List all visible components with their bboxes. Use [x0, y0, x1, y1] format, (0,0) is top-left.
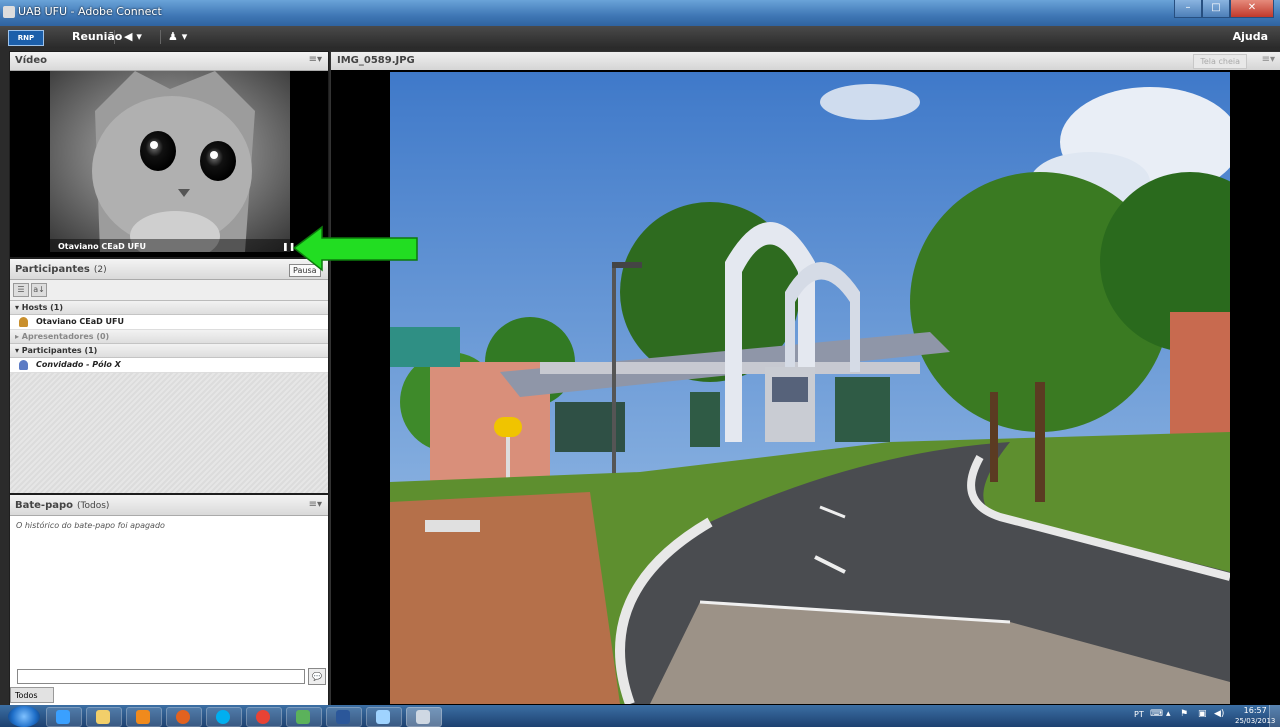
- participants-pod: Participantes (2) ☰ a↓ ▾ Hosts (1) Otavia…: [9, 258, 329, 494]
- shared-file-title: IMG_0589.JPG: [337, 55, 415, 66]
- taskbar-media[interactable]: [126, 707, 162, 727]
- show-desktop-button[interactable]: [1269, 705, 1280, 727]
- taskbar-firefox[interactable]: [166, 707, 202, 727]
- chat-tab-everyone[interactable]: Todos: [10, 687, 54, 703]
- volume-icon[interactable]: ◀): [1214, 709, 1224, 719]
- keyboard-icon[interactable]: ⌨: [1150, 709, 1163, 719]
- participant-name: Convidado - Pólo X: [36, 360, 121, 369]
- taskbar-ie[interactable]: [46, 707, 82, 727]
- chat-pod-header: Bate-papo (Todos) ≡▾: [10, 495, 328, 516]
- maximize-icon[interactable]: □: [1202, 0, 1230, 18]
- participants-pod-header: Participantes (2): [10, 259, 328, 280]
- help-menu[interactable]: Ajuda: [1233, 30, 1268, 43]
- guest-user-icon: [19, 360, 28, 370]
- video-pod-title: Vídeo: [15, 55, 47, 66]
- annotation-arrow-icon: [292, 225, 418, 272]
- participants-pod-title: Participantes (2): [15, 264, 107, 275]
- chat-send-button[interactable]: 💬: [308, 668, 326, 685]
- taskbar-skype[interactable]: [206, 707, 242, 727]
- chat-pod-title: Bate-papo (Todos): [15, 500, 109, 511]
- word-icon: [336, 710, 350, 724]
- group-hosts[interactable]: ▾ Hosts (1): [10, 301, 328, 315]
- taskbar-word[interactable]: [326, 707, 362, 727]
- participants-title-text: Participantes: [15, 264, 90, 275]
- window-title: UAB UFU - Adobe Connect: [18, 5, 162, 18]
- chat-history-message: O histórico do bate-papo foi apagado: [16, 521, 165, 530]
- app-menu-bar: RNP Reunião ◀ ▾ ♟ ▾ Ajuda: [0, 26, 1280, 48]
- browser-icon: [56, 710, 70, 724]
- network-tray-icon[interactable]: ▣: [1198, 709, 1207, 719]
- participants-count: (2): [93, 265, 107, 275]
- participants-toolbar: ☰ a↓: [10, 280, 328, 301]
- pod-options-icon[interactable]: ≡▾: [309, 499, 322, 510]
- speech-bubble-icon: 💬: [312, 672, 322, 681]
- taskbar-explorer[interactable]: [86, 707, 122, 727]
- window-controls: – □ ✕: [1174, 0, 1274, 18]
- speaker-icon: ◀: [124, 30, 133, 43]
- paint-icon: [376, 710, 390, 724]
- rnp-logo: RNP: [8, 30, 44, 46]
- chat-scope: (Todos): [77, 501, 110, 511]
- host-user-icon: [19, 317, 28, 327]
- participant-row[interactable]: Convidado - Pólo X: [10, 358, 328, 373]
- menu-separator: [114, 30, 115, 44]
- webcam-video: [50, 71, 290, 252]
- taskbar-paint[interactable]: [366, 707, 402, 727]
- tray-language[interactable]: PT: [1134, 710, 1144, 719]
- media-player-icon: [136, 710, 150, 724]
- chat-title-text: Bate-papo: [15, 500, 74, 511]
- sort-icon[interactable]: a↓: [31, 283, 47, 297]
- share-pod-header: IMG_0589.JPG Tela cheia ≡▾: [331, 52, 1280, 70]
- video-pod: Vídeo ≡▾ Otaviano CEaD UFU ❚❚: [9, 51, 329, 258]
- menu-separator: [160, 30, 161, 44]
- video-pod-header: Vídeo ≡▾: [10, 52, 328, 71]
- chevron-down-icon: ▾: [181, 30, 188, 43]
- group-participants[interactable]: ▾ Participantes (1): [10, 344, 328, 358]
- fullscreen-button[interactable]: Tela cheia: [1193, 54, 1247, 69]
- chat-pod: Bate-papo (Todos) ≡▾ O histórico do bate-…: [9, 494, 329, 706]
- taskbar-adobe-connect[interactable]: [406, 707, 442, 727]
- folder-icon: [96, 710, 110, 724]
- pause-icon[interactable]: ❚❚: [282, 243, 295, 251]
- skype-icon: [216, 710, 230, 724]
- chrome-icon: [256, 710, 270, 724]
- camera-voice-button[interactable]: ♟ ▾: [168, 29, 204, 45]
- shared-photo: [390, 72, 1230, 704]
- clock-time: 16:57: [1243, 706, 1267, 715]
- share-pod: IMG_0589.JPG Tela cheia ≡▾: [330, 51, 1280, 706]
- start-button[interactable]: [8, 706, 40, 727]
- speaker-button[interactable]: ◀ ▾: [124, 29, 160, 45]
- pod-options-icon[interactable]: ≡▾: [309, 54, 322, 65]
- adobe-connect-icon: [416, 710, 430, 724]
- taskbar-network[interactable]: [286, 707, 322, 727]
- close-icon[interactable]: ✕: [1230, 0, 1274, 18]
- flag-icon[interactable]: ⚑: [1180, 709, 1188, 719]
- network-icon: [296, 710, 310, 724]
- chevron-up-icon[interactable]: ▴: [1166, 709, 1171, 719]
- group-presenters[interactable]: ▸ Apresentadores (0): [10, 330, 328, 344]
- app-icon: [3, 6, 15, 18]
- minimize-icon[interactable]: –: [1174, 0, 1202, 18]
- chat-input[interactable]: [17, 669, 305, 684]
- video-area: Otaviano CEaD UFU ❚❚: [10, 71, 328, 257]
- taskbar-chrome[interactable]: [246, 707, 282, 727]
- window-title-bar: UAB UFU - Adobe Connect – □ ✕: [0, 0, 1280, 26]
- pod-options-icon[interactable]: ≡▾: [1262, 54, 1275, 65]
- participant-row[interactable]: Otaviano CEaD UFU: [10, 315, 328, 330]
- firefox-icon: [176, 710, 190, 724]
- list-view-icon[interactable]: ☰: [13, 283, 29, 297]
- participant-name: Otaviano CEaD UFU: [36, 317, 124, 326]
- chevron-down-icon: ▾: [136, 30, 142, 43]
- video-presenter-name: Otaviano CEaD UFU: [58, 242, 146, 251]
- microphone-user-icon: ♟: [168, 30, 178, 43]
- windows-taskbar: PT ⌨ ▴ ⚑ ▣ ◀) 16:57 25/03/2013: [0, 705, 1280, 727]
